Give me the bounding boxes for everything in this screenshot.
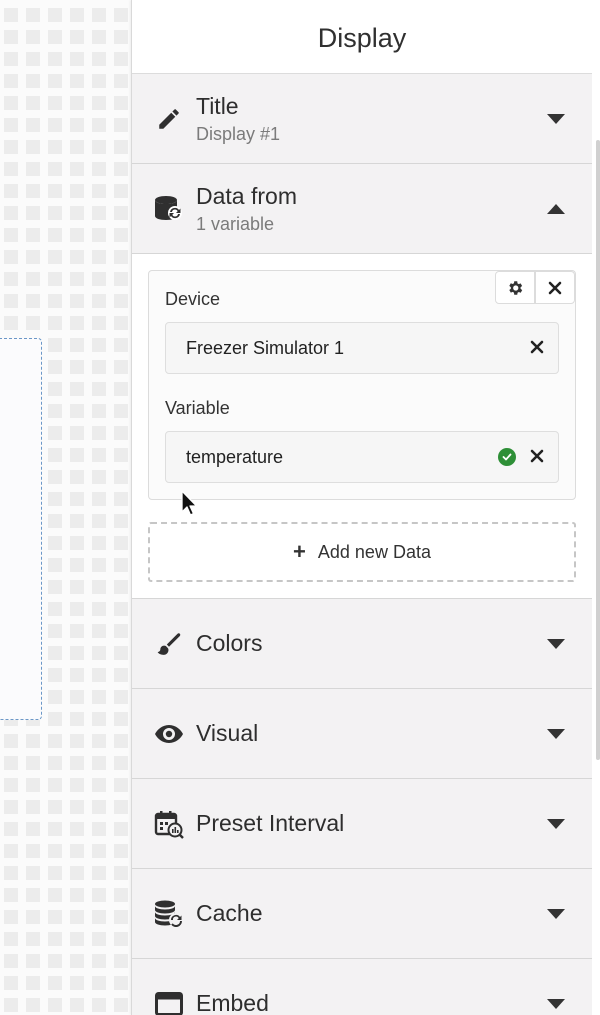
panel-scrollbar[interactable] [592,0,600,1015]
close-icon [548,281,562,294]
panel-title: Display [317,23,407,53]
section-cache-label: Cache [196,900,263,926]
chevron-down-icon[interactable] [546,908,566,920]
data-from-body: Device Freezer Simulator 1 Variable temp… [132,254,592,599]
remove-source-button[interactable] [535,271,575,304]
pencil-icon [154,104,184,134]
section-colors[interactable]: Colors [132,599,592,689]
database-refresh-icon [154,899,184,929]
database-sync-icon [154,194,184,224]
section-title[interactable]: Title Display #1 [132,74,592,164]
settings-button[interactable] [495,271,535,304]
add-new-data-label: Add new Data [317,541,431,562]
device-field[interactable]: Freezer Simulator 1 [165,322,559,374]
section-preset-interval[interactable]: Preset Interval [132,779,592,869]
section-colors-label: Colors [196,630,263,656]
chevron-down-icon[interactable] [546,998,566,1010]
card-tools [495,271,575,304]
section-data-from[interactable]: Data from 1 variable [132,164,592,254]
section-title-sub: Display #1 [196,123,281,144]
display-settings-panel: Display Title Display #1 Data from 1 var… [131,0,592,1015]
data-source-card: Device Freezer Simulator 1 Variable temp… [148,270,576,500]
gear-icon [509,280,523,295]
eye-icon [154,719,184,749]
section-cache[interactable]: Cache [132,869,592,959]
selected-widget[interactable] [0,338,42,720]
add-new-data-button[interactable]: + Add new Data [148,522,576,582]
chevron-down-icon[interactable] [546,728,566,740]
variable-label: Variable [165,398,230,418]
chevron-down-icon[interactable] [546,638,566,650]
clear-variable-icon[interactable] [530,447,544,468]
check-circle-icon [498,448,516,466]
section-data-label: Data from [196,182,297,209]
section-embed[interactable]: Embed [132,959,592,1015]
section-visual-label: Visual [196,720,259,746]
section-preset-label: Preset Interval [196,810,345,836]
window-icon [154,989,184,1015]
variable-field[interactable]: temperature [165,431,559,483]
scrollbar-thumb[interactable] [596,140,600,760]
mouse-cursor-icon [181,490,198,516]
variable-value: temperature [186,446,284,467]
calendar-chart-icon [154,809,184,839]
dashboard-canvas [0,0,132,1015]
chevron-down-icon[interactable] [546,113,566,125]
section-embed-label: Embed [196,990,269,1015]
chevron-up-icon[interactable] [546,203,566,215]
device-value: Freezer Simulator 1 [186,337,345,358]
clear-device-icon[interactable] [530,338,544,359]
panel-header: Display [132,0,592,74]
brush-icon [154,629,184,659]
plus-icon: + [293,539,306,564]
section-data-sub: 1 variable [196,213,275,234]
chevron-down-icon[interactable] [546,818,566,830]
section-title-label: Title [196,92,239,119]
section-visual[interactable]: Visual [132,689,592,779]
